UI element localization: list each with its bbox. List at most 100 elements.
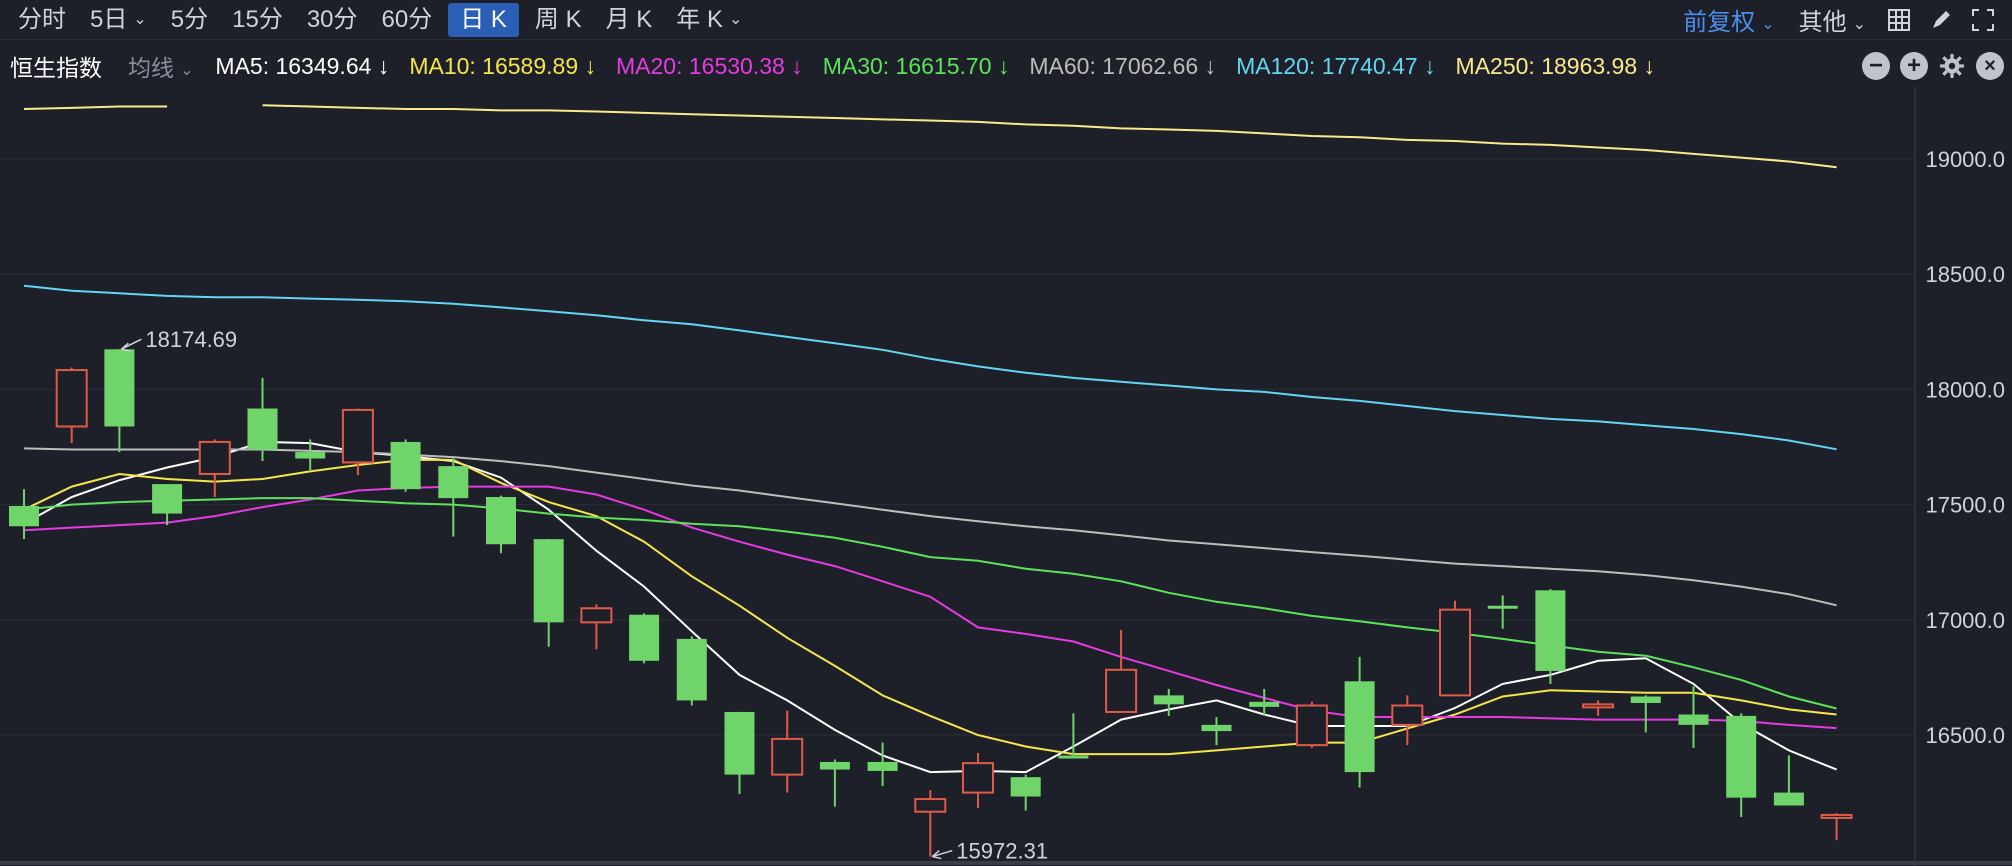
candle-body-up (1391, 704, 1424, 726)
tab-3[interactable]: 15分 (220, 3, 295, 37)
ma-select-label: 均线 (128, 55, 174, 81)
candle-body-up (1582, 703, 1615, 709)
candle-body-down (1010, 777, 1041, 797)
candle-body-up (1439, 608, 1471, 697)
ma-value-0: MA5: 16349.64 ↓ (215, 52, 390, 79)
ma-line-ma10 (23, 458, 1837, 756)
ma-values: MA5: 16349.64 ↓ MA10: 16589.89 ↓ MA20: 165… (215, 53, 1675, 80)
candle-body-down (676, 638, 707, 701)
tab-label: 日 K (460, 5, 507, 33)
candle-body-down (1058, 755, 1089, 759)
other-menu[interactable]: 其他 ⌄ (1791, 2, 1874, 37)
chevron-down-icon: ⌄ (728, 11, 743, 29)
annotation-arrow (120, 342, 131, 352)
ma-value-5: MA120: 17740.47 ↓ (1236, 52, 1436, 79)
candle-body-up (580, 607, 613, 624)
tab-label: 5分 (170, 5, 209, 33)
stock-chart-app: 分时 5日 ⌄ 5分 15分 30分 60分日 K 周 K 月 K 年 K ⌄ 前复权 ⌄ 其他 ⌄ 恒… (0, 0, 2012, 866)
candle-body-down (438, 466, 469, 499)
close-icon[interactable]: × (1976, 52, 2004, 80)
candle-body-down (1344, 681, 1375, 773)
fullscreen-icon[interactable] (1966, 3, 2000, 37)
tab-7[interactable]: 周 K (523, 3, 594, 37)
y-tick-label: 18000.0 (1925, 377, 2005, 402)
candle-body-down (1773, 792, 1804, 806)
tab-9[interactable]: 年 K ⌄ (664, 3, 754, 37)
annotation-leader (932, 849, 953, 858)
draw-pen-icon[interactable] (1924, 3, 1958, 37)
candle-body-up (1295, 704, 1328, 747)
ma-line-ma120 (23, 284, 1837, 451)
candle-body-down (1249, 701, 1280, 707)
tab-1[interactable]: 5日 ⌄ (78, 3, 159, 37)
ma-value-3: MA30: 16615.70 ↓ (822, 52, 1010, 79)
annotation-leader (121, 338, 142, 350)
zoom-in-icon[interactable]: + (1900, 52, 1928, 80)
tab-label: 15分 (232, 5, 283, 33)
annotation-arrow (931, 850, 942, 860)
chevron-down-icon: ⌄ (133, 11, 147, 29)
candle-body-down (9, 505, 39, 527)
candle-body-up (771, 737, 804, 776)
ma-line-ma5 (23, 440, 1837, 774)
candle-body-up (1820, 813, 1853, 819)
candle-body-down (867, 761, 898, 771)
candle-body-down (390, 441, 421, 490)
tab-label: 月 K (605, 5, 653, 33)
tab-label: 30分 (306, 5, 358, 33)
candle-body-down (1726, 715, 1757, 798)
tab-label: 分时 (18, 5, 66, 33)
price-adjust-label: 前复权 (1683, 9, 1756, 36)
index-name: 恒生指数 (10, 55, 102, 81)
candle-body-up (341, 408, 374, 464)
chevron-down-icon: ⌄ (1761, 15, 1775, 33)
zoom-out-icon[interactable]: − (1862, 52, 1890, 80)
tab-0[interactable]: 分时 (0, 3, 78, 37)
low-price-label: 15972.31 (956, 839, 1048, 864)
candle-body-down (1630, 696, 1661, 703)
other-menu-label: 其他 (1798, 9, 1847, 36)
ma-select[interactable]: 均线 ⌄ (128, 49, 193, 83)
ma-value-4: MA60: 17062.66 ↓ (1029, 52, 1217, 79)
tab-4[interactable]: 30分 (295, 3, 370, 37)
candle-body-down (1678, 714, 1709, 725)
tab-label: 60分 (381, 5, 433, 33)
candle-body-down (629, 614, 660, 661)
candlestick-chart[interactable]: 19000.0 18500.0 18000.0 17500.0 17000.0 16500… (0, 0, 2012, 866)
candle-body-up (962, 762, 994, 794)
y-tick-label: 18500.0 (1925, 262, 2005, 287)
tab-label: 周 K (534, 5, 582, 33)
chevron-down-icon: ⌄ (1852, 15, 1866, 33)
ma-legend: 恒生指数 均线 ⌄ MA5: 16349.64 ↓ MA10: 16589.89 ↓… (0, 46, 2012, 86)
candle-body-up (55, 369, 88, 428)
chevron-down-icon: ⌄ (180, 61, 194, 79)
candle-body-up (198, 440, 231, 475)
y-tick-label: 17500.0 (1925, 493, 2005, 518)
candle-body-up (1105, 668, 1138, 713)
tab-6[interactable]: 日 K (448, 2, 519, 37)
candle-body-down (152, 484, 183, 514)
candle-body-down (724, 711, 755, 775)
candle-body-down (104, 349, 135, 427)
y-tick-label: 16500.0 (1925, 723, 2005, 748)
ma-line-ma30 (23, 497, 1837, 710)
toolbar-right: 前复权 ⌄ 其他 ⌄ (1675, 2, 2012, 37)
candle-body-down (819, 761, 850, 770)
candle-body-up (914, 798, 947, 813)
settings-icon[interactable] (1938, 52, 1966, 80)
ma-value-2: MA20: 16530.38 ↓ (616, 52, 803, 79)
grid-layout-icon[interactable] (1882, 3, 1916, 37)
y-tick-label: 17000.0 (1925, 608, 2005, 633)
price-adjust-select[interactable]: 前复权 ⌄ (1675, 2, 1782, 37)
candle-body-down (1487, 605, 1518, 609)
tab-5[interactable]: 60分 (370, 3, 445, 37)
ma-line-ma60 (23, 447, 1837, 607)
candle-body-down (1153, 695, 1184, 705)
ma-value-1: MA10: 16589.89 ↓ (409, 52, 596, 79)
timeframe-toolbar: 分时 5日 ⌄ 5分 15分 30分 60分日 K 周 K 月 K 年 K ⌄ 前复权 ⌄ 其他 ⌄ (0, 0, 2012, 40)
tab-2[interactable]: 5分 (159, 3, 220, 37)
legend-controls: − + × (1862, 52, 2012, 80)
candle-body-down (295, 452, 326, 459)
tab-8[interactable]: 月 K (594, 3, 665, 37)
high-price-label: 18174.69 (145, 327, 237, 352)
